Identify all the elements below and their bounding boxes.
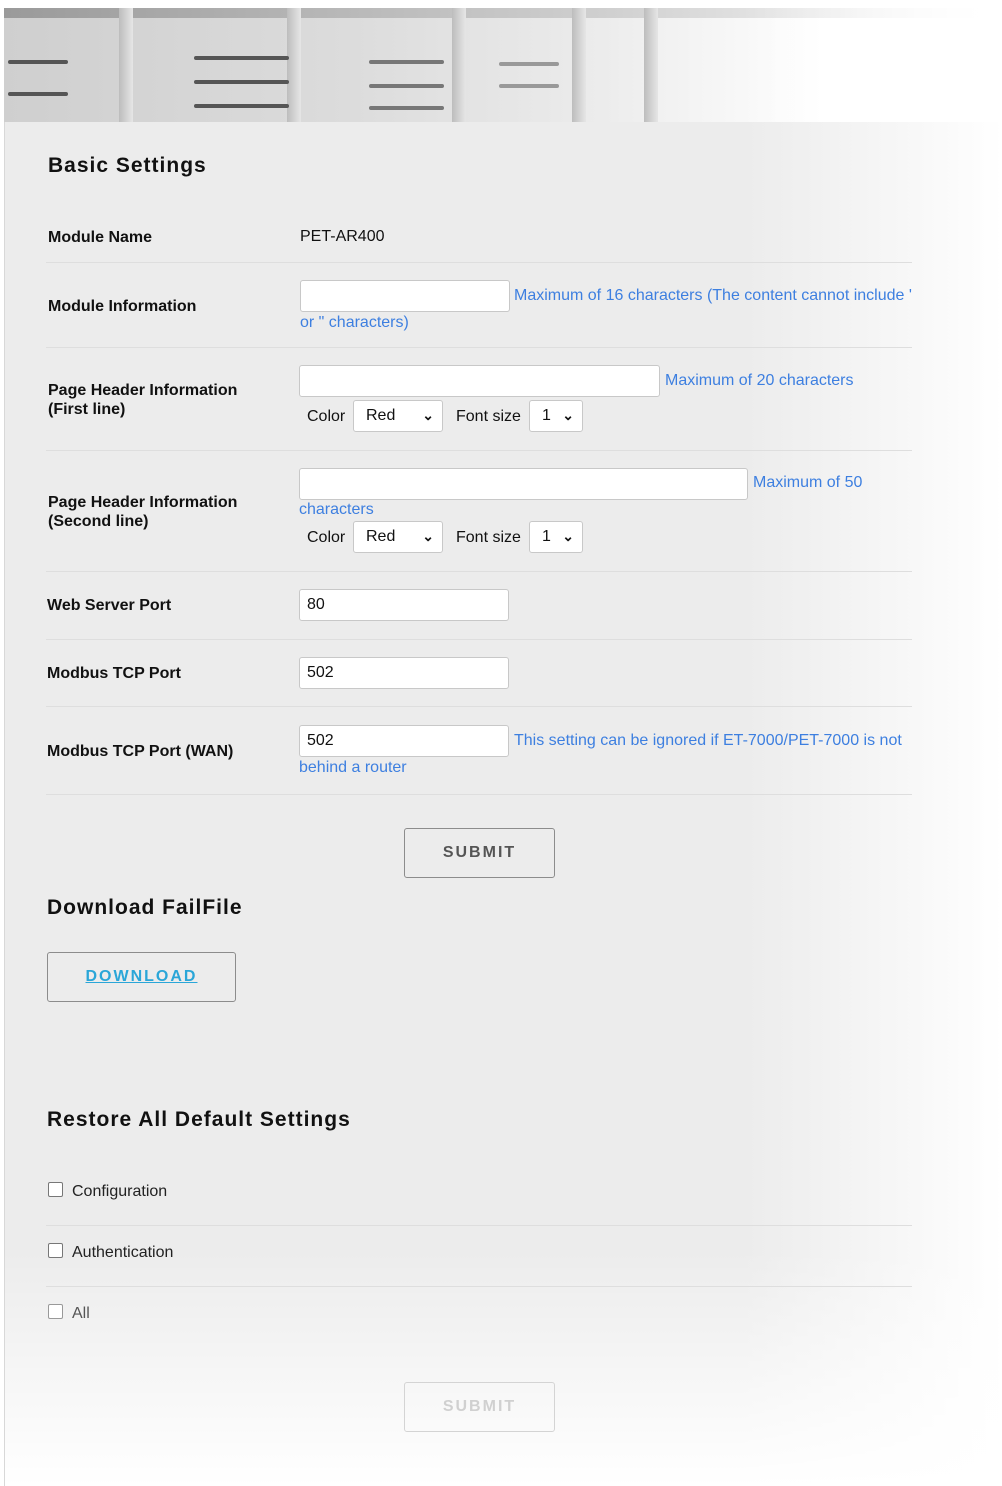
basic-settings-submit-button[interactable]: SUBMIT (404, 828, 555, 878)
header-first-label-line2: (First line) (48, 401, 126, 418)
header-second-label-line2: (Second line) (48, 513, 149, 530)
header-first-color-select[interactable]: Red ⌄ (353, 400, 443, 432)
web-server-port-label: Web Server Port (47, 597, 172, 614)
download-button[interactable]: DOWNLOAD (47, 952, 236, 1002)
download-failfile-title: Download FailFile (47, 896, 243, 919)
chevron-down-icon: ⌄ (562, 407, 574, 423)
header-first-label: Page Header Information (First line) (48, 381, 237, 419)
chevron-down-icon: ⌄ (422, 407, 434, 423)
chevron-down-icon: ⌄ (422, 528, 434, 544)
module-information-label: Module Information (48, 298, 197, 315)
header-second-color-label: Color (307, 529, 346, 546)
header-banner-image (4, 8, 1002, 122)
modbus-tcp-port-label: Modbus TCP Port (47, 665, 181, 682)
modbus-tcp-port-input[interactable] (299, 657, 509, 689)
header-first-font-size-select[interactable]: 1 ⌄ (529, 400, 583, 432)
header-first-color-label: Color (307, 408, 346, 425)
divider (46, 1225, 912, 1226)
configuration-checkbox[interactable] (48, 1182, 63, 1197)
header-first-font-size-value: 1 (542, 407, 551, 424)
header-first-hint: Maximum of 20 characters (665, 372, 854, 389)
download-button-label: DOWNLOAD (85, 968, 198, 985)
all-checkbox[interactable] (48, 1304, 63, 1319)
header-first-input[interactable] (299, 365, 660, 397)
divider (46, 262, 912, 263)
module-information-hint: Maximum of 16 characters (The content ca… (300, 287, 912, 331)
header-second-color-value: Red (366, 528, 396, 545)
header-first-color-value: Red (366, 407, 396, 424)
authentication-checkbox[interactable] (48, 1243, 63, 1258)
restore-defaults-submit-button[interactable]: SUBMIT (404, 1382, 555, 1432)
chevron-down-icon: ⌄ (562, 528, 574, 544)
all-checkbox-label: All (72, 1305, 90, 1322)
header-first-label-line1: Page Header Information (48, 382, 238, 399)
header-second-label: Page Header Information (Second line) (48, 493, 237, 531)
divider (46, 794, 912, 795)
header-second-label-line1: Page Header Information (48, 494, 238, 511)
modbus-tcp-port-wan-label: Modbus TCP Port (WAN) (47, 743, 234, 760)
web-server-port-input[interactable] (299, 589, 509, 621)
modbus-tcp-port-wan-hint: This setting can be ignored if ET-7000/P… (299, 732, 902, 776)
basic-settings-title: Basic Settings (48, 154, 207, 177)
divider (46, 347, 912, 348)
divider (46, 571, 912, 572)
divider (46, 1286, 912, 1287)
configuration-checkbox-label: Configuration (72, 1183, 168, 1200)
module-name-label: Module Name (48, 229, 153, 246)
header-second-font-size-select[interactable]: 1 ⌄ (529, 521, 583, 553)
divider (46, 639, 912, 640)
authentication-checkbox-label: Authentication (72, 1244, 174, 1261)
header-second-font-size-value: 1 (542, 528, 551, 545)
restore-defaults-title: Restore All Default Settings (47, 1108, 351, 1131)
header-second-color-select[interactable]: Red ⌄ (353, 521, 443, 553)
divider (46, 450, 912, 451)
header-second-font-size-label: Font size (456, 529, 521, 546)
divider (46, 706, 912, 707)
module-name-value: PET-AR400 (300, 228, 385, 245)
header-second-hint: Maximum of 50 characters (299, 474, 863, 518)
header-first-font-size-label: Font size (456, 408, 521, 425)
